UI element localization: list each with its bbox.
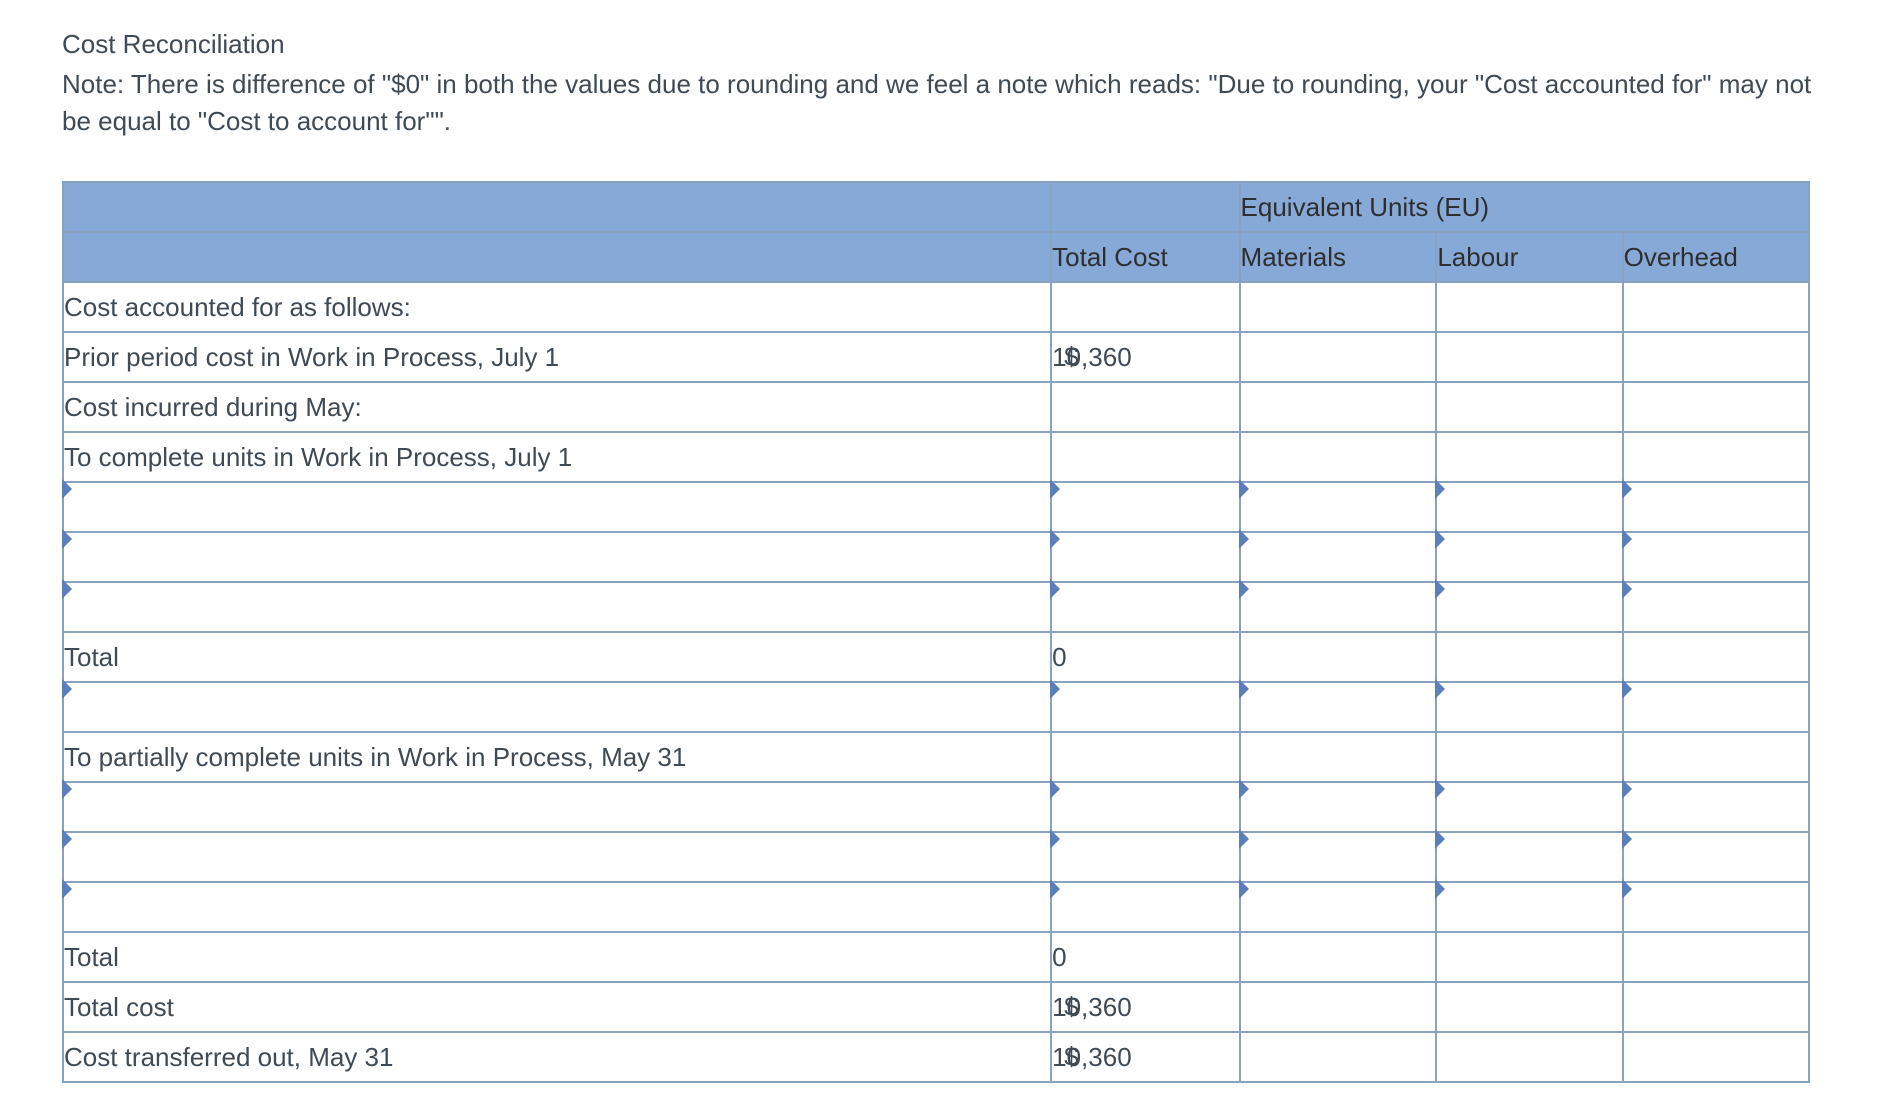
editable-desc-input[interactable] — [63, 882, 1051, 932]
total-cost-cell: $ 10,360 — [1051, 332, 1239, 382]
header-blank-desc — [63, 182, 1051, 232]
editable-desc-input[interactable] — [63, 832, 1051, 882]
cost-reconciliation-table: Equivalent Units (EU) Total Cost Materia… — [62, 181, 1810, 1083]
editable-lab-input[interactable] — [1436, 782, 1622, 832]
editable-oh-input[interactable] — [1623, 532, 1809, 582]
editable-mat-input[interactable] — [1240, 882, 1437, 932]
table-row: Cost incurred during May: — [63, 382, 1809, 432]
editable-tc-input[interactable] — [1051, 682, 1239, 732]
editable-mat-input[interactable] — [1240, 582, 1437, 632]
editable-mat-input[interactable] — [1240, 682, 1437, 732]
header-labour: Labour — [1436, 232, 1622, 282]
heading-block: Cost Reconciliation Note: There is diffe… — [62, 26, 1829, 141]
editable-lab-input[interactable] — [1436, 832, 1622, 882]
table-row — [63, 882, 1809, 932]
currency-symbol: $ — [1064, 1042, 1078, 1073]
row-label: Prior period cost in Work in Process, Ju… — [63, 332, 1051, 382]
total-cost-cell: 0 — [1051, 932, 1239, 982]
currency-symbol: $ — [1064, 342, 1078, 373]
editable-tc-input[interactable] — [1051, 832, 1239, 882]
table-row — [63, 832, 1809, 882]
header-total-cost: Total Cost — [1051, 232, 1239, 282]
header-equivalent-units: Equivalent Units (EU) — [1240, 182, 1809, 232]
editable-tc-input[interactable] — [1051, 532, 1239, 582]
table-row: Total 0 — [63, 932, 1809, 982]
total-cost-cell: $ 10,360 — [1051, 1032, 1239, 1082]
editable-mat-input[interactable] — [1240, 832, 1437, 882]
row-label: Cost accounted for as follows: — [63, 282, 1051, 332]
editable-mat-input[interactable] — [1240, 782, 1437, 832]
editable-oh-input[interactable] — [1623, 832, 1809, 882]
page-title: Cost Reconciliation — [62, 26, 1829, 64]
editable-lab-input[interactable] — [1436, 532, 1622, 582]
row-label: Total — [63, 932, 1051, 982]
editable-desc-input[interactable] — [63, 532, 1051, 582]
editable-tc-input[interactable] — [1051, 882, 1239, 932]
editable-tc-input[interactable] — [1051, 782, 1239, 832]
table-row: Prior period cost in Work in Process, Ju… — [63, 332, 1809, 382]
editable-desc-input[interactable] — [63, 682, 1051, 732]
row-label: Total — [63, 632, 1051, 682]
table-row — [63, 482, 1809, 532]
table-row: To partially complete units in Work in P… — [63, 732, 1809, 782]
editable-tc-input[interactable] — [1051, 582, 1239, 632]
header-blank-tc — [1051, 182, 1239, 232]
header-materials: Materials — [1240, 232, 1437, 282]
editable-desc-input[interactable] — [63, 582, 1051, 632]
editable-desc-input[interactable] — [63, 782, 1051, 832]
currency-symbol: $ — [1064, 992, 1078, 1023]
header-blank-desc2 — [63, 232, 1051, 282]
editable-lab-input[interactable] — [1436, 482, 1622, 532]
table-row: Total 0 — [63, 632, 1809, 682]
editable-oh-input[interactable] — [1623, 782, 1809, 832]
table-row: Cost transferred out, May 31 $ 10,360 — [63, 1032, 1809, 1082]
table-row: To complete units in Work in Process, Ju… — [63, 432, 1809, 482]
editable-mat-input[interactable] — [1240, 482, 1437, 532]
editable-lab-input[interactable] — [1436, 682, 1622, 732]
row-label: Cost transferred out, May 31 — [63, 1032, 1051, 1082]
total-cost-cell: 0 — [1051, 632, 1239, 682]
total-cost-cell: $ 10,360 — [1051, 982, 1239, 1032]
table-row — [63, 682, 1809, 732]
table-row — [63, 532, 1809, 582]
editable-oh-input[interactable] — [1623, 882, 1809, 932]
reconciliation-note: Note: There is difference of "$0" in bot… — [62, 66, 1829, 141]
editable-oh-input[interactable] — [1623, 482, 1809, 532]
row-label: Cost incurred during May: — [63, 382, 1051, 432]
editable-oh-input[interactable] — [1623, 682, 1809, 732]
table-row: Cost accounted for as follows: — [63, 282, 1809, 332]
row-label: To complete units in Work in Process, Ju… — [63, 432, 1051, 482]
editable-desc-input[interactable] — [63, 482, 1051, 532]
table-row: Total cost $ 10,360 — [63, 982, 1809, 1032]
editable-tc-input[interactable] — [1051, 482, 1239, 532]
header-overhead: Overhead — [1623, 232, 1809, 282]
row-label: To partially complete units in Work in P… — [63, 732, 1051, 782]
row-label: Total cost — [63, 982, 1051, 1032]
table-row — [63, 582, 1809, 632]
editable-mat-input[interactable] — [1240, 532, 1437, 582]
editable-lab-input[interactable] — [1436, 582, 1622, 632]
editable-oh-input[interactable] — [1623, 582, 1809, 632]
table-row — [63, 782, 1809, 832]
editable-lab-input[interactable] — [1436, 882, 1622, 932]
